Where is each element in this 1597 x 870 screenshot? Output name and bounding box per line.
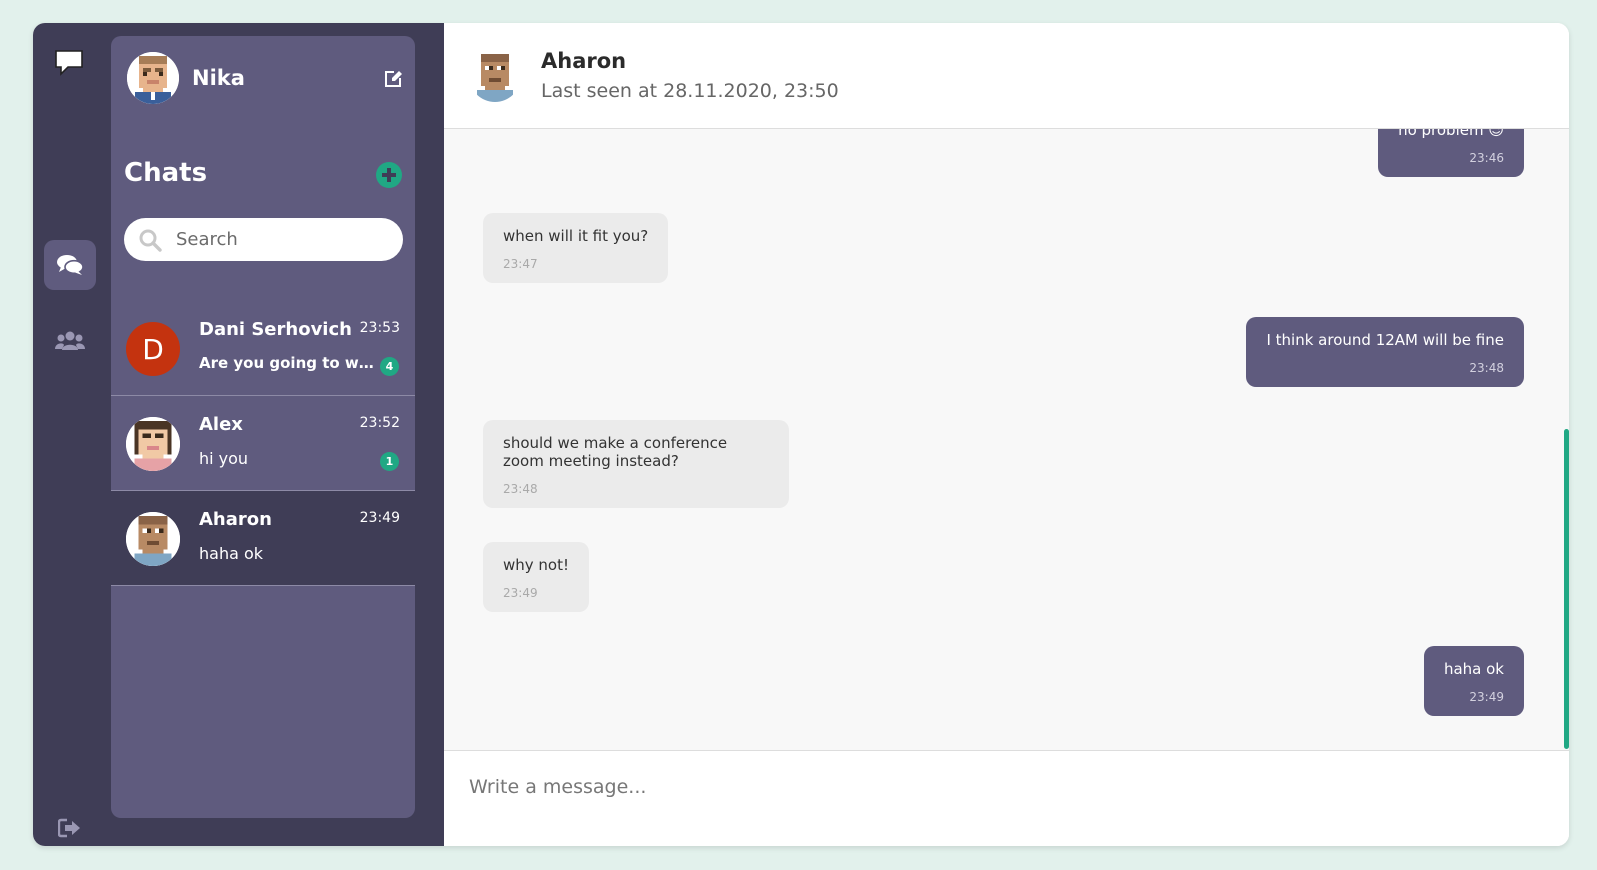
message-bubble-outgoing: haha ok 23:49 bbox=[1423, 646, 1524, 716]
chats-panel: Nika Chats Search D Dani Serhovich 23:53… bbox=[111, 36, 415, 818]
unread-badge: 1 bbox=[380, 452, 399, 471]
avatar: D bbox=[126, 322, 180, 376]
pixel-avatar-icon bbox=[126, 512, 180, 566]
chat-name: Dani Serhovich bbox=[199, 319, 352, 340]
message-text: should we make a conference zoom meeting… bbox=[503, 434, 728, 470]
chat-list-item[interactable]: Aharon 23:49 haha ok bbox=[111, 491, 415, 586]
chat-app-window: Nika Chats Search D Dani Serhovich 23:53… bbox=[33, 23, 1569, 846]
search-input[interactable] bbox=[176, 229, 376, 250]
avatar bbox=[469, 50, 521, 102]
message-time: 23:47 bbox=[503, 257, 538, 271]
message-time: 23:48 bbox=[503, 482, 538, 496]
speech-bubble-icon bbox=[55, 50, 83, 76]
chat-name: Alex bbox=[199, 414, 243, 435]
logout-icon bbox=[58, 818, 80, 838]
message-bubble-outgoing: I think around 12AM will be fine 23:48 bbox=[1246, 317, 1524, 387]
message-bubble-incoming: should we make a conference zoom meeting… bbox=[483, 420, 789, 508]
message-text: no problem 😉 bbox=[1398, 129, 1504, 139]
pixel-avatar-icon bbox=[126, 417, 180, 471]
nav-chats-button[interactable] bbox=[44, 240, 96, 290]
avatar bbox=[126, 417, 180, 471]
message-time: 23:49 bbox=[503, 586, 538, 600]
message-text: haha ok bbox=[1443, 660, 1504, 678]
nav-contacts-button[interactable] bbox=[44, 316, 96, 366]
search-box[interactable] bbox=[124, 218, 403, 261]
message-time: 23:49 bbox=[1469, 690, 1504, 704]
plus-icon bbox=[382, 168, 396, 182]
message-bubble-incoming: when will it fit you? 23:47 bbox=[483, 213, 669, 283]
chat-preview: Are you going to watch bbox=[199, 354, 374, 372]
message-bubble-outgoing: no problem 😉 23:46 bbox=[1378, 129, 1524, 177]
message-text: why not! bbox=[503, 556, 569, 574]
chat-preview: hi you bbox=[199, 449, 249, 468]
chat-time: 23:49 bbox=[359, 510, 400, 526]
message-list: no problem 😉 23:46 when will it fit you?… bbox=[444, 129, 1569, 750]
pixel-avatar-icon bbox=[127, 52, 179, 104]
contacts-icon bbox=[55, 331, 85, 350]
scrollbar-thumb[interactable] bbox=[1564, 429, 1569, 749]
edit-icon[interactable] bbox=[383, 69, 403, 89]
message-text: when will it fit you? bbox=[503, 227, 649, 245]
contact-name: Aharon bbox=[541, 49, 627, 73]
search-icon bbox=[139, 229, 162, 252]
chat-list: D Dani Serhovich 23:53 Are you going to … bbox=[111, 301, 415, 586]
profile-name: Nika bbox=[192, 66, 245, 90]
avatar bbox=[126, 512, 180, 566]
chat-time: 23:52 bbox=[359, 415, 400, 431]
icon-rail bbox=[33, 23, 111, 846]
chats-icon bbox=[57, 255, 84, 275]
chat-time: 23:53 bbox=[359, 320, 400, 336]
message-text: I think around 12AM will be fine bbox=[1266, 331, 1504, 349]
message-input[interactable] bbox=[469, 776, 1369, 806]
message-bubble-incoming: why not! 23:49 bbox=[483, 542, 589, 612]
chats-heading: Chats bbox=[124, 158, 208, 188]
conversation-pane: Aharon Last seen at 28.11.2020, 23:50 no… bbox=[444, 23, 1569, 846]
avatar bbox=[127, 52, 179, 104]
message-composer bbox=[444, 750, 1569, 846]
message-time: 23:48 bbox=[1469, 361, 1504, 375]
new-chat-button[interactable] bbox=[376, 162, 402, 188]
message-time: 23:46 bbox=[1469, 151, 1504, 165]
chat-preview: haha ok bbox=[199, 544, 264, 563]
sidebar: Nika Chats Search D Dani Serhovich 23:53… bbox=[111, 23, 444, 846]
logout-button[interactable] bbox=[44, 808, 96, 846]
chat-name: Aharon bbox=[199, 509, 272, 530]
conversation-header: Aharon Last seen at 28.11.2020, 23:50 bbox=[444, 23, 1569, 129]
chat-list-item[interactable]: D Dani Serhovich 23:53 Are you going to … bbox=[111, 301, 415, 396]
user-profile[interactable]: Nika bbox=[127, 52, 245, 104]
unread-badge: 4 bbox=[380, 357, 399, 376]
last-seen-status: Last seen at 28.11.2020, 23:50 bbox=[541, 80, 839, 102]
chat-list-item[interactable]: Alex 23:52 hi you 1 bbox=[111, 396, 415, 491]
pixel-avatar-icon bbox=[469, 50, 521, 102]
